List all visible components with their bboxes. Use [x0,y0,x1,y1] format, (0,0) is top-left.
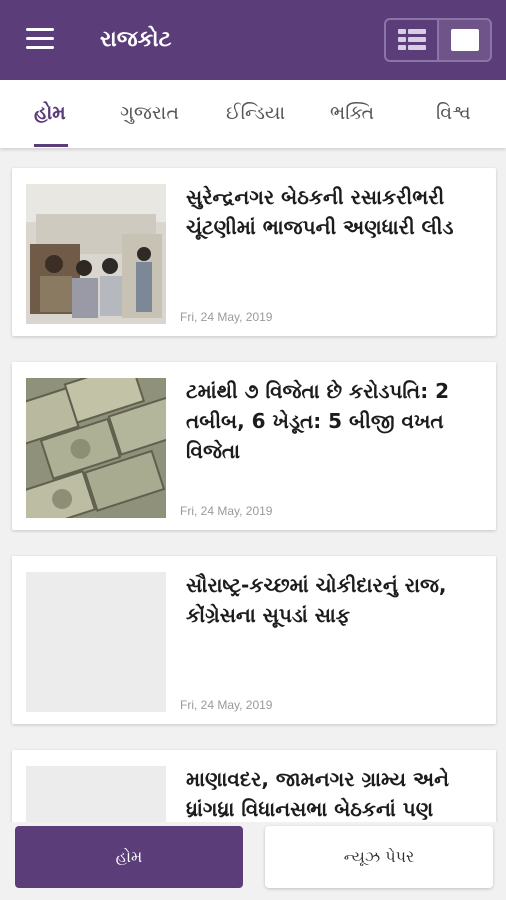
card-view-icon [450,29,479,51]
article-date: Fri, 24 May, 2019 [180,310,273,324]
home-button[interactable]: હોમ [15,826,243,888]
view-toggle [384,18,492,62]
article-card[interactable]: સૌરાષ્ટ્ર-કચ્છમાં ચોકીદારનું રાજ, કોંગ્ર… [12,556,496,724]
tab-gujarat[interactable]: ગુજરાત [120,80,179,148]
article-title: સુરેન્દ્રનગર બેઠકની રસાકરીભરી ચૂંટણીમાં … [186,185,454,239]
article-date: Fri, 24 May, 2019 [180,698,273,712]
app-title: રાજકોટ [100,27,172,52]
app-bar: રાજકોટ [0,0,506,80]
list-view-icon [397,29,426,51]
newspaper-button[interactable]: ન્યૂઝ પેપર [265,826,493,888]
bottom-nav: હોમ ન્યૂઝ પેપર [0,822,506,900]
tab-india[interactable]: ઈન્ડિયા [226,80,285,148]
active-tab-indicator [34,144,68,147]
article-thumbnail [26,378,166,518]
article-date: Fri, 24 May, 2019 [180,504,273,518]
list-view-button[interactable] [386,20,437,60]
article-card[interactable]: સુરેન્દ્રનગર બેઠકની રસાકરીભરી ચૂંટણીમાં … [12,168,496,336]
article-title: ટમાંથી ૭ વિજેતા છે કરોડપતિ: 2 તબીબ, 6 ખે… [186,379,450,463]
card-view-button[interactable] [437,20,490,60]
article-card[interactable]: ટમાંથી ૭ વિજેતા છે કરોડપતિ: 2 તબીબ, 6 ખે… [12,362,496,530]
article-title: માણાવદર, જામનગર ગ્રામ્ય અને ધ્રાંગધ્રા વ… [186,767,449,821]
hamburger-menu-icon[interactable] [26,28,54,52]
tab-home[interactable]: હોમ [34,80,66,148]
tab-world[interactable]: વિશ્વ [436,80,471,148]
category-tabs: હોમ ગુજરાત ઈન્ડિયા ભક્તિ વિશ્વ [0,80,506,148]
tab-bhakti[interactable]: ભક્તિ [330,80,374,148]
article-title: સૌરાષ્ટ્ર-કચ્છમાં ચોકીદારનું રાજ, કોંગ્ર… [186,573,447,627]
article-thumbnail-placeholder [26,572,166,712]
article-thumbnail [26,184,166,324]
